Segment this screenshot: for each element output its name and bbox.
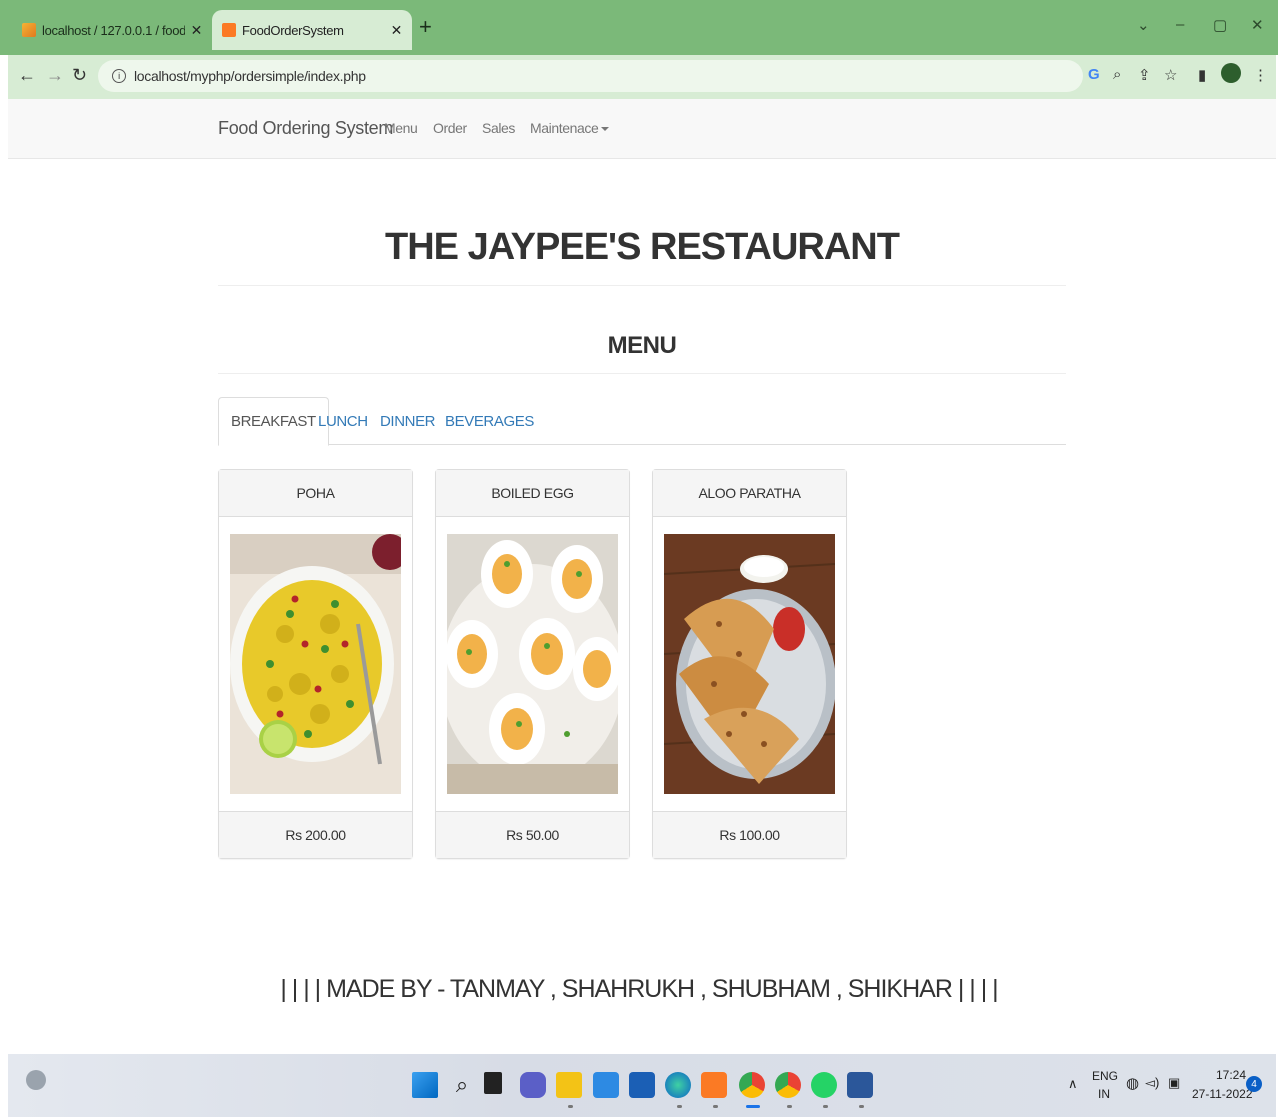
xampp-icon (222, 23, 236, 37)
menu-item-card[interactable]: ALOO PARATHA Rs 100.00 (652, 469, 847, 859)
app-l-icon[interactable] (629, 1072, 655, 1098)
item-price: Rs 100.00 (653, 811, 846, 858)
running-indicator (713, 1105, 718, 1108)
running-indicator (787, 1105, 792, 1108)
volume-icon[interactable]: ◅) (1145, 1075, 1159, 1091)
minimize-icon[interactable]: – (1176, 16, 1184, 33)
tab-title: FoodOrderSystem (242, 22, 344, 38)
zoom-icon[interactable]: ⌕ (1113, 66, 1121, 83)
close-window-icon[interactable]: ✕ (1251, 16, 1264, 34)
item-name: POHA (219, 470, 412, 517)
site-info-icon[interactable]: i (112, 69, 126, 83)
url-text: localhost/myphp/ordersimple/index.php (134, 68, 366, 84)
poha-image (230, 534, 401, 794)
windows-taskbar: ⌕ ∧ ENG IN ◍ ◅) ▣ 17:24 27-11-2022 4 (8, 1054, 1276, 1117)
mail-icon[interactable] (593, 1072, 619, 1098)
nav-link-sales[interactable]: Sales (482, 120, 515, 136)
sidebar-icon[interactable]: ▮ (1198, 66, 1206, 84)
menu-heading: MENU (607, 332, 677, 359)
divider (218, 285, 1066, 286)
nav-link-menu[interactable]: Menu (384, 120, 418, 136)
caret-down-icon (601, 127, 610, 132)
task-view-icon[interactable] (484, 1072, 502, 1094)
google-icon[interactable]: G (1088, 66, 1100, 83)
phpmyadmin-icon (22, 23, 36, 37)
item-name: BOILED EGG (436, 470, 629, 517)
chrome-profile-icon[interactable] (775, 1072, 801, 1098)
browser-tab-phpmyadmin[interactable]: localhost / 127.0.0.1 / foodsys / c ✕ (12, 10, 212, 50)
reload-icon[interactable]: ↻ (72, 65, 87, 86)
start-icon[interactable] (412, 1072, 438, 1098)
network-icon[interactable]: ◍ (1126, 1074, 1139, 1092)
aloo-paratha-image (664, 534, 835, 794)
address-bar[interactable]: i localhost/myphp/ordersimple/index.php (98, 60, 1083, 92)
xampp-icon[interactable] (701, 1072, 727, 1098)
site-navbar: Food Ordering System Menu Order Sales Ma… (8, 99, 1276, 159)
active-indicator (746, 1105, 760, 1108)
menu-tabs: BREAKFAST LUNCH DINNER BEVERAGES (218, 397, 1066, 446)
chrome-icon[interactable] (739, 1072, 765, 1098)
maximize-icon[interactable]: ▢ (1213, 16, 1227, 34)
edge-icon[interactable] (665, 1072, 691, 1098)
file-explorer-icon[interactable] (556, 1072, 582, 1098)
tab-title: localhost / 127.0.0.1 / foodsys / c (42, 22, 185, 38)
region-indicator: IN (1098, 1087, 1110, 1101)
browser-toolbar: ← → ↻ i localhost/myphp/ordersimple/inde… (8, 55, 1276, 99)
word-icon[interactable] (847, 1072, 873, 1098)
language-indicator[interactable]: ENG (1092, 1069, 1118, 1083)
bookmark-star-icon[interactable]: ☆ (1164, 66, 1177, 84)
restaurant-title: THE JAYPEE'S RESTAURANT (385, 226, 900, 268)
clock-time[interactable]: 17:24 (1216, 1068, 1246, 1082)
menu-item-card[interactable]: BOILED EGG Rs 50.00 (435, 469, 630, 859)
divider (218, 373, 1066, 374)
close-tab-icon[interactable]: ✕ (391, 22, 403, 39)
chat-icon[interactable] (520, 1072, 546, 1098)
nav-link-label: Maintenace (530, 120, 599, 136)
weather-icon[interactable] (26, 1070, 46, 1090)
running-indicator (823, 1105, 828, 1108)
tab-beverages[interactable]: BEVERAGES (433, 397, 546, 445)
nav-link-maintenance[interactable]: Maintenace (530, 120, 610, 136)
nav-link-order[interactable]: Order (433, 120, 467, 136)
menu-item-card[interactable]: POHA Rs 200.00 (218, 469, 413, 859)
boiled-egg-image (447, 534, 618, 794)
item-price: Rs 50.00 (436, 811, 629, 858)
clock-date[interactable]: 27-11-2022 (1192, 1087, 1253, 1101)
back-icon[interactable]: ← (18, 65, 36, 86)
browser-tab-strip: localhost / 127.0.0.1 / foodsys / c ✕ Fo… (0, 0, 1278, 55)
chevron-up-icon[interactable]: ∧ (1068, 1076, 1078, 1092)
profile-avatar-icon[interactable] (1221, 63, 1241, 83)
item-name: ALOO PARATHA (653, 470, 846, 517)
item-price: Rs 200.00 (219, 811, 412, 858)
navbar-brand[interactable]: Food Ordering System (218, 118, 393, 139)
footer-credit: | | | | MADE BY - TANMAY , SHAHRUKH , SH… (280, 975, 998, 1003)
battery-icon[interactable]: ▣ (1168, 1075, 1180, 1091)
whatsapp-icon[interactable] (811, 1072, 837, 1098)
menu-kebab-icon[interactable]: ⋮ (1253, 66, 1268, 84)
running-indicator (859, 1105, 864, 1108)
notification-badge[interactable]: 4 (1246, 1076, 1262, 1092)
close-tab-icon[interactable]: ✕ (191, 22, 203, 39)
new-tab-icon[interactable]: + (419, 14, 432, 40)
forward-icon[interactable]: → (46, 65, 64, 86)
tab-search-icon[interactable]: ⌄ (1137, 16, 1150, 34)
running-indicator (568, 1105, 573, 1108)
running-indicator (677, 1105, 682, 1108)
search-icon[interactable]: ⌕ (449, 1072, 475, 1098)
share-icon[interactable]: ⇪ (1138, 66, 1151, 84)
browser-tab-foodordersystem[interactable]: FoodOrderSystem ✕ (212, 10, 412, 50)
